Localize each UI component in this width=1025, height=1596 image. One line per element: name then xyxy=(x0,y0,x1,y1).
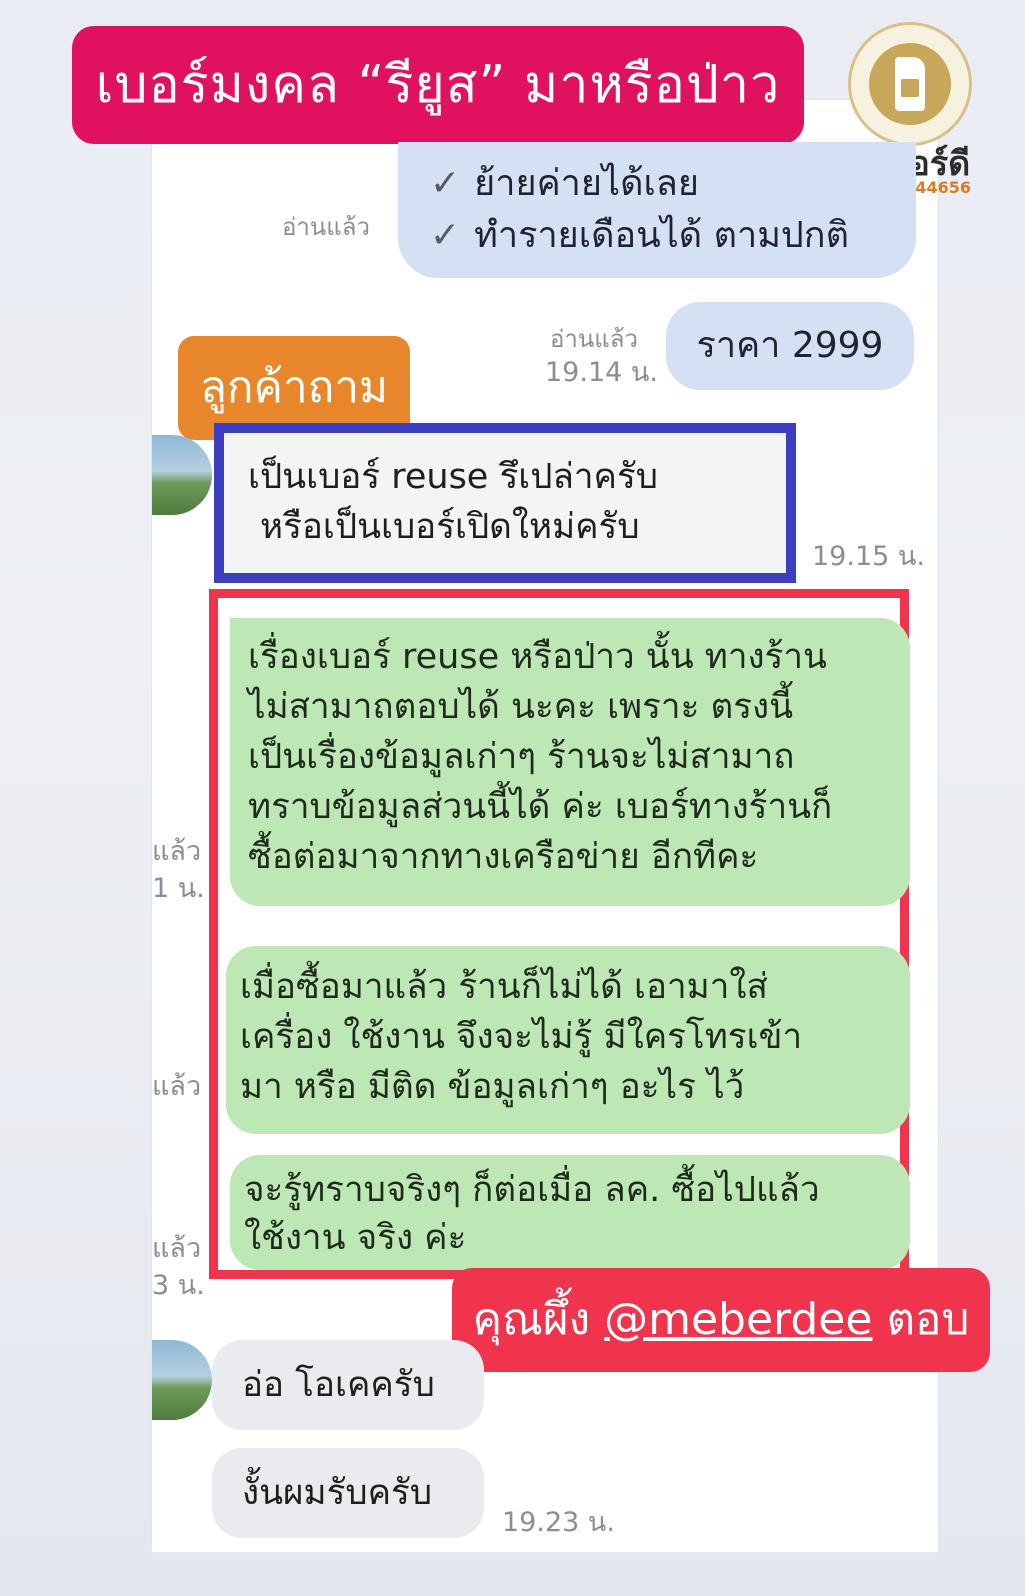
answer-by-label: คุณผึ้ง @meberdee ตอบ xyxy=(452,1268,990,1372)
brand-logo xyxy=(848,22,972,146)
read-status: แล้ว xyxy=(152,1233,202,1264)
reply-message-1[interactable]: อ่อ โอเคครับ xyxy=(212,1340,484,1430)
read-status: แล้ว xyxy=(152,1071,202,1102)
message-time: 19.15 น. xyxy=(812,541,925,572)
sim-chip-icon xyxy=(901,79,919,97)
check-icon: ✓ xyxy=(430,163,461,204)
message-time: 19.14 น. xyxy=(545,357,658,388)
checklist-item: ✓ ย้ายค่ายได้เลย xyxy=(430,163,699,204)
reply-message-2[interactable]: งั้นผมรับครับ xyxy=(212,1448,484,1538)
message-time: 3 น. xyxy=(152,1270,205,1301)
shop-handle-link[interactable]: @meberdee xyxy=(604,1294,872,1345)
message-time: 19.23 น. xyxy=(502,1507,615,1538)
answer-message-3[interactable]: จะรู้ทราบจริงๆ ก็ต่อเมื่อ ลค. ซื้อไปแล้ว… xyxy=(230,1155,910,1270)
message-time: 1 น. xyxy=(152,873,205,904)
logo-emblem xyxy=(869,43,951,125)
sim-card-icon xyxy=(895,57,925,111)
sent-message-checklist[interactable]: ✓ ย้ายค่ายได้เลย ✓ ทำรายเดือนได้ ตามปกติ xyxy=(398,142,916,278)
question-message[interactable]: เป็นเบอร์ reuse รึเปล่าครับ หรือเป็นเบอร… xyxy=(214,423,796,583)
title-banner: เบอร์มงคล “รียูส” มาหรือป่าว ?? xyxy=(72,26,804,233)
answer-message-1[interactable]: เรื่องเบอร์ reuse หรือป่าว นั้น ทางร้าน … xyxy=(230,618,910,906)
answer-message-2[interactable]: เมื่อซื้อมาแล้ว ร้านก็ไม่ได้ เอามาใส่ เค… xyxy=(226,946,910,1134)
read-status: แล้ว xyxy=(152,836,202,867)
read-status: อ่านแล้ว xyxy=(282,213,370,241)
sent-message-price[interactable]: ราคา 2999 xyxy=(666,302,914,390)
check-icon: ✓ xyxy=(430,215,461,256)
checklist-item: ✓ ทำรายเดือนได้ ตามปกติ xyxy=(430,215,849,256)
read-status: อ่านแล้ว xyxy=(550,325,638,353)
